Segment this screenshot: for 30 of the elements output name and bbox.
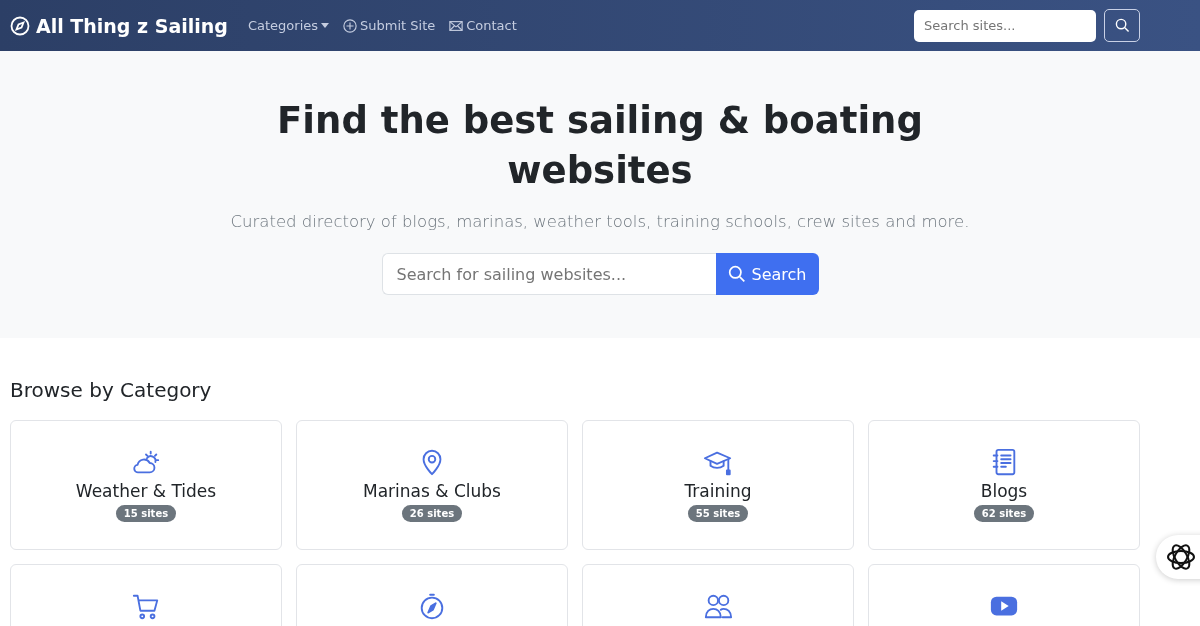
- search-field[interactable]: Search sites...: [914, 9, 1096, 42]
- category-title: Weather & Tides: [75, 481, 217, 501]
- search-icon: [727, 265, 746, 283]
- category-card[interactable]: Marinas & Clubs 26 sites: [296, 420, 568, 550]
- envelope-icon: [449, 19, 464, 32]
- search-icon: [1114, 18, 1130, 33]
- category-title: Training: [684, 481, 752, 501]
- search-button[interactable]: [1104, 9, 1140, 42]
- search-field[interactable]: Search for sailing websites...: [381, 253, 716, 295]
- category-title: Blogs: [980, 481, 1028, 501]
- search-button[interactable]: Search: [715, 253, 819, 295]
- chat-widget-button[interactable]: [1156, 535, 1200, 579]
- compass-icon: [10, 15, 30, 36]
- hero-title: Find the best sailing & boating websites: [276, 98, 924, 194]
- category-card[interactable]: Blogs 62 sites: [868, 420, 1140, 550]
- category-card[interactable]: Training 55 sites: [582, 420, 854, 550]
- site-count: 62 sites: [973, 505, 1035, 522]
- section-heading: Browse by Category: [10, 378, 213, 402]
- site-count: 26 sites: [401, 505, 463, 522]
- hero-subtitle: Curated directory of blogs, marinas, weather tools, training schools, crew sites and more.: [230, 212, 970, 231]
- category-card[interactable]: Weather & Tides 15 sites: [10, 420, 282, 550]
- plus-circle-icon: [343, 18, 357, 33]
- caret-icon: [321, 23, 329, 28]
- site-count: 55 sites: [687, 505, 749, 522]
- nav-link[interactable]: Submit Site: [343, 18, 436, 33]
- nav-link[interactable]: Categories: [247, 18, 329, 33]
- nav-link[interactable]: Contact: [449, 18, 517, 33]
- knot-logo-icon: [1166, 542, 1196, 572]
- site-count: 15 sites: [115, 505, 177, 522]
- category-title: Marinas & Clubs: [363, 481, 501, 501]
